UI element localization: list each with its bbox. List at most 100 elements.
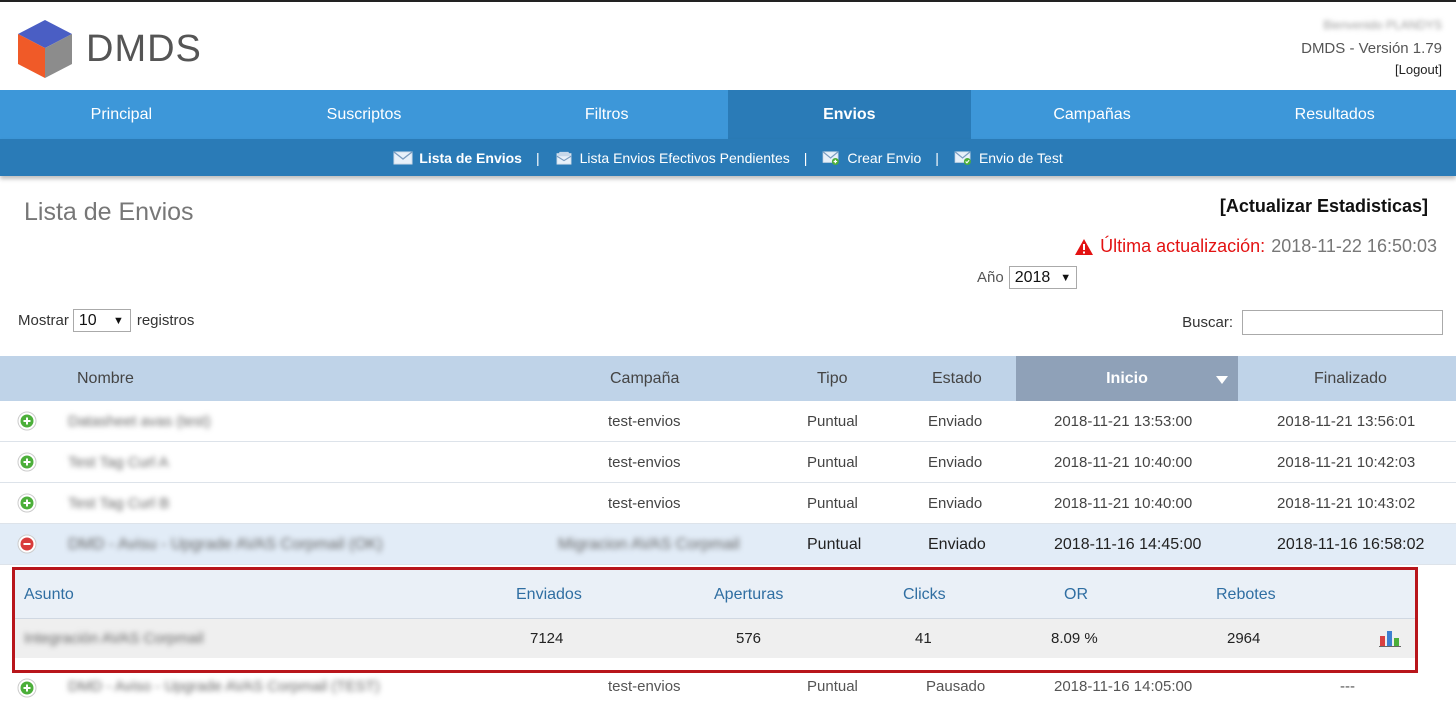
- subnav-label: Envio de Test: [978, 149, 1063, 166]
- table-header: Nombre Campaña Tipo Estado Inicio Finali…: [0, 356, 1456, 401]
- expand-plus-icon[interactable]: [17, 678, 37, 698]
- detail-asunto: Integración AVAS Corpmail: [24, 630, 204, 647]
- subnav-separator: |: [535, 149, 540, 166]
- cell-tipo: Puntual: [807, 536, 862, 553]
- dmds-logo-icon: [18, 20, 72, 78]
- detail-clicks: 41: [915, 630, 932, 647]
- chevron-down-icon: ▼: [1060, 271, 1072, 284]
- detail-col-clicks: Clicks: [903, 586, 946, 603]
- cell-inicio: 2018-11-21 13:53:00: [1054, 413, 1193, 430]
- detail-col-asunto: Asunto: [24, 586, 74, 603]
- expand-plus-icon[interactable]: [17, 411, 37, 431]
- cell-estado: Enviado: [928, 413, 983, 430]
- year-select[interactable]: 2018 ▼: [1008, 266, 1077, 289]
- last-update-value: 2018-11-22 16:50:03: [1271, 236, 1437, 256]
- subnav-label: Crear Envio: [847, 149, 922, 166]
- expand-plus-icon[interactable]: [17, 493, 37, 513]
- tab-campanas[interactable]: Campañas: [971, 90, 1214, 139]
- cell-inicio: 2018-11-16 14:05:00: [1054, 678, 1193, 695]
- page-title: Lista de Envios: [24, 198, 194, 226]
- col-inicio-label: Inicio: [1106, 370, 1148, 387]
- col-tipo[interactable]: Tipo: [817, 356, 848, 401]
- table-row[interactable]: Test Tag Curl B test-envios Puntual Envi…: [0, 483, 1456, 524]
- envelope-icon: [393, 150, 413, 164]
- detail-col-or: OR: [1064, 586, 1088, 603]
- tab-resultados[interactable]: Resultados: [1213, 90, 1456, 139]
- table-row[interactable]: Test Tag Curl A test-envios Puntual Envi…: [0, 442, 1456, 483]
- cell-campana: test-envios: [608, 413, 681, 430]
- page-length-control: Mostrar 10 ▼ registros: [18, 309, 194, 332]
- subnav-envio-test[interactable]: Envio de Test: [953, 150, 1063, 166]
- search-label: Buscar:: [1182, 314, 1233, 331]
- cell-tipo: Puntual: [807, 454, 858, 471]
- detail-col-enviados: Enviados: [516, 586, 582, 603]
- col-inicio[interactable]: Inicio: [1016, 356, 1238, 401]
- subnav-separator: |: [935, 149, 939, 166]
- collapse-minus-icon[interactable]: [17, 534, 37, 554]
- table-row[interactable]: DMD - Aviso - Upgrade AVAS Corpmail (TES…: [0, 678, 1456, 708]
- main-nav: Principal Suscriptos Filtros Envios Camp…: [0, 90, 1456, 139]
- cell-tipo: Puntual: [807, 678, 858, 695]
- cell-campana: test-envios: [608, 495, 681, 512]
- last-update-label: Última actualización:: [1100, 236, 1266, 256]
- cell-campana: test-envios: [608, 454, 681, 471]
- tab-suscriptos[interactable]: Suscriptos: [243, 90, 486, 139]
- cell-estado: Enviado: [928, 495, 983, 512]
- cell-estado: Enviado: [928, 454, 983, 471]
- table-row[interactable]: Datasheet avas (test) test-envios Puntua…: [0, 401, 1456, 442]
- cell-campana: Migracion AVAS Corpmail: [558, 536, 740, 553]
- col-nombre[interactable]: Nombre: [77, 356, 134, 401]
- detail-aperturas: 576: [736, 630, 762, 647]
- cell-estado: Pausado: [926, 678, 986, 695]
- cell-nombre: Test Tag Curl A: [68, 454, 169, 471]
- col-estado[interactable]: Estado: [932, 356, 982, 401]
- cell-inicio: 2018-11-21 10:40:00: [1054, 495, 1193, 512]
- cell-inicio: 2018-11-16 14:45:00: [1054, 536, 1202, 553]
- search-control: Buscar:: [1182, 310, 1443, 335]
- subnav-pendientes[interactable]: Lista Envios Efectivos Pendientes: [554, 150, 790, 166]
- detail-row: Integración AVAS Corpmail 7124 576 41 8.…: [15, 619, 1415, 658]
- cell-estado: Enviado: [928, 536, 986, 553]
- cell-campana: test-envios: [608, 678, 681, 695]
- tab-envios[interactable]: Envios: [728, 90, 971, 139]
- subnav-separator: |: [803, 149, 808, 166]
- year-filter: Año 2018 ▼: [977, 266, 1077, 289]
- subnav-lista-envios[interactable]: Lista de Envios: [393, 150, 522, 166]
- search-input[interactable]: [1242, 310, 1443, 335]
- detail-rebotes: 2964: [1227, 630, 1261, 647]
- inbox-icon: [556, 151, 572, 165]
- cell-tipo: Puntual: [807, 413, 858, 430]
- tab-filtros[interactable]: Filtros: [485, 90, 728, 139]
- cell-inicio: 2018-11-21 10:40:00: [1054, 454, 1193, 471]
- show-suffix: registros: [136, 312, 195, 329]
- expand-plus-icon[interactable]: [17, 452, 37, 472]
- update-stats-link[interactable]: [Actualizar Estadisticas]: [1220, 196, 1428, 217]
- detail-enviados: 7124: [530, 630, 564, 647]
- user-info: Bienvenido PLANDYS DMDS - Versión 1.79 […: [1301, 18, 1442, 77]
- cell-finalizado: 2018-11-21 10:42:03: [1277, 454, 1416, 471]
- cell-finalizado: 2018-11-21 13:56:01: [1277, 413, 1416, 430]
- tab-principal[interactable]: Principal: [0, 90, 243, 139]
- page-length-value: 10: [78, 311, 97, 329]
- warning-icon: [1075, 238, 1094, 255]
- bar-chart-icon[interactable]: [1379, 629, 1401, 647]
- detail-col-rebotes: Rebotes: [1216, 586, 1276, 603]
- subnav-crear-envio[interactable]: Crear Envio: [821, 150, 921, 166]
- table-row-expanded[interactable]: DMD - Avisu - Upgrade AVAS Corpmail (OK)…: [0, 524, 1456, 565]
- col-finalizado[interactable]: Finalizado: [1314, 356, 1387, 401]
- logout-link[interactable]: [Logout]: [1301, 62, 1442, 77]
- cell-nombre: Datasheet avas (test): [68, 413, 211, 430]
- logo-text: DMDS: [86, 28, 202, 70]
- year-value: 2018: [1014, 268, 1051, 286]
- col-campana[interactable]: Campaña: [610, 356, 679, 401]
- cell-tipo: Puntual: [807, 495, 858, 512]
- app-version: DMDS - Versión 1.79: [1301, 40, 1442, 57]
- cell-nombre: DMD - Avisu - Upgrade AVAS Corpmail (OK): [68, 536, 383, 553]
- page-length-select[interactable]: 10 ▼: [72, 309, 131, 332]
- cell-finalizado: 2018-11-21 10:43:02: [1277, 495, 1416, 512]
- chevron-down-icon: ▼: [112, 314, 124, 327]
- detail-header: Asunto Enviados Aperturas Clicks OR Rebo…: [15, 570, 1415, 619]
- subnav-label: Lista de Envios: [419, 149, 522, 166]
- cell-finalizado: ---: [1340, 678, 1355, 695]
- sub-nav: Lista de Envios | Lista Envios Efectivos…: [0, 139, 1456, 176]
